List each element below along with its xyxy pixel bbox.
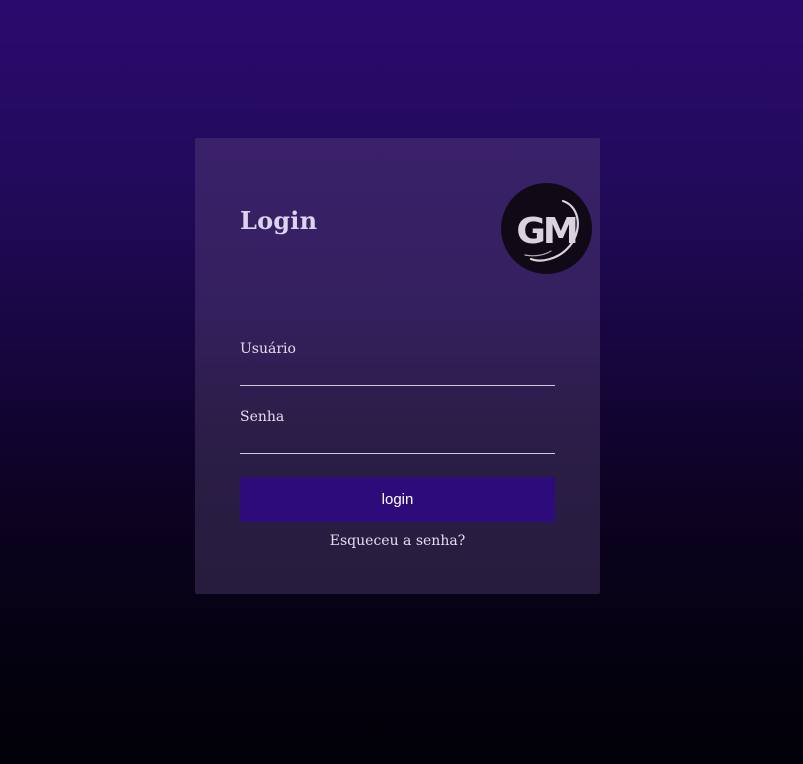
password-label: Senha: [240, 409, 285, 425]
page-title: Login: [240, 206, 318, 235]
username-input[interactable]: [240, 360, 555, 386]
gm-logo-icon: GM: [501, 183, 592, 274]
username-label: Usuário: [240, 341, 296, 357]
password-input[interactable]: [240, 428, 555, 454]
login-button[interactable]: login: [240, 477, 555, 522]
logo-text: GM: [516, 211, 576, 252]
login-card: Login GM Usuário Senha login Esqueceu a …: [195, 138, 600, 594]
forgot-password-link[interactable]: Esqueceu a senha?: [240, 533, 555, 549]
